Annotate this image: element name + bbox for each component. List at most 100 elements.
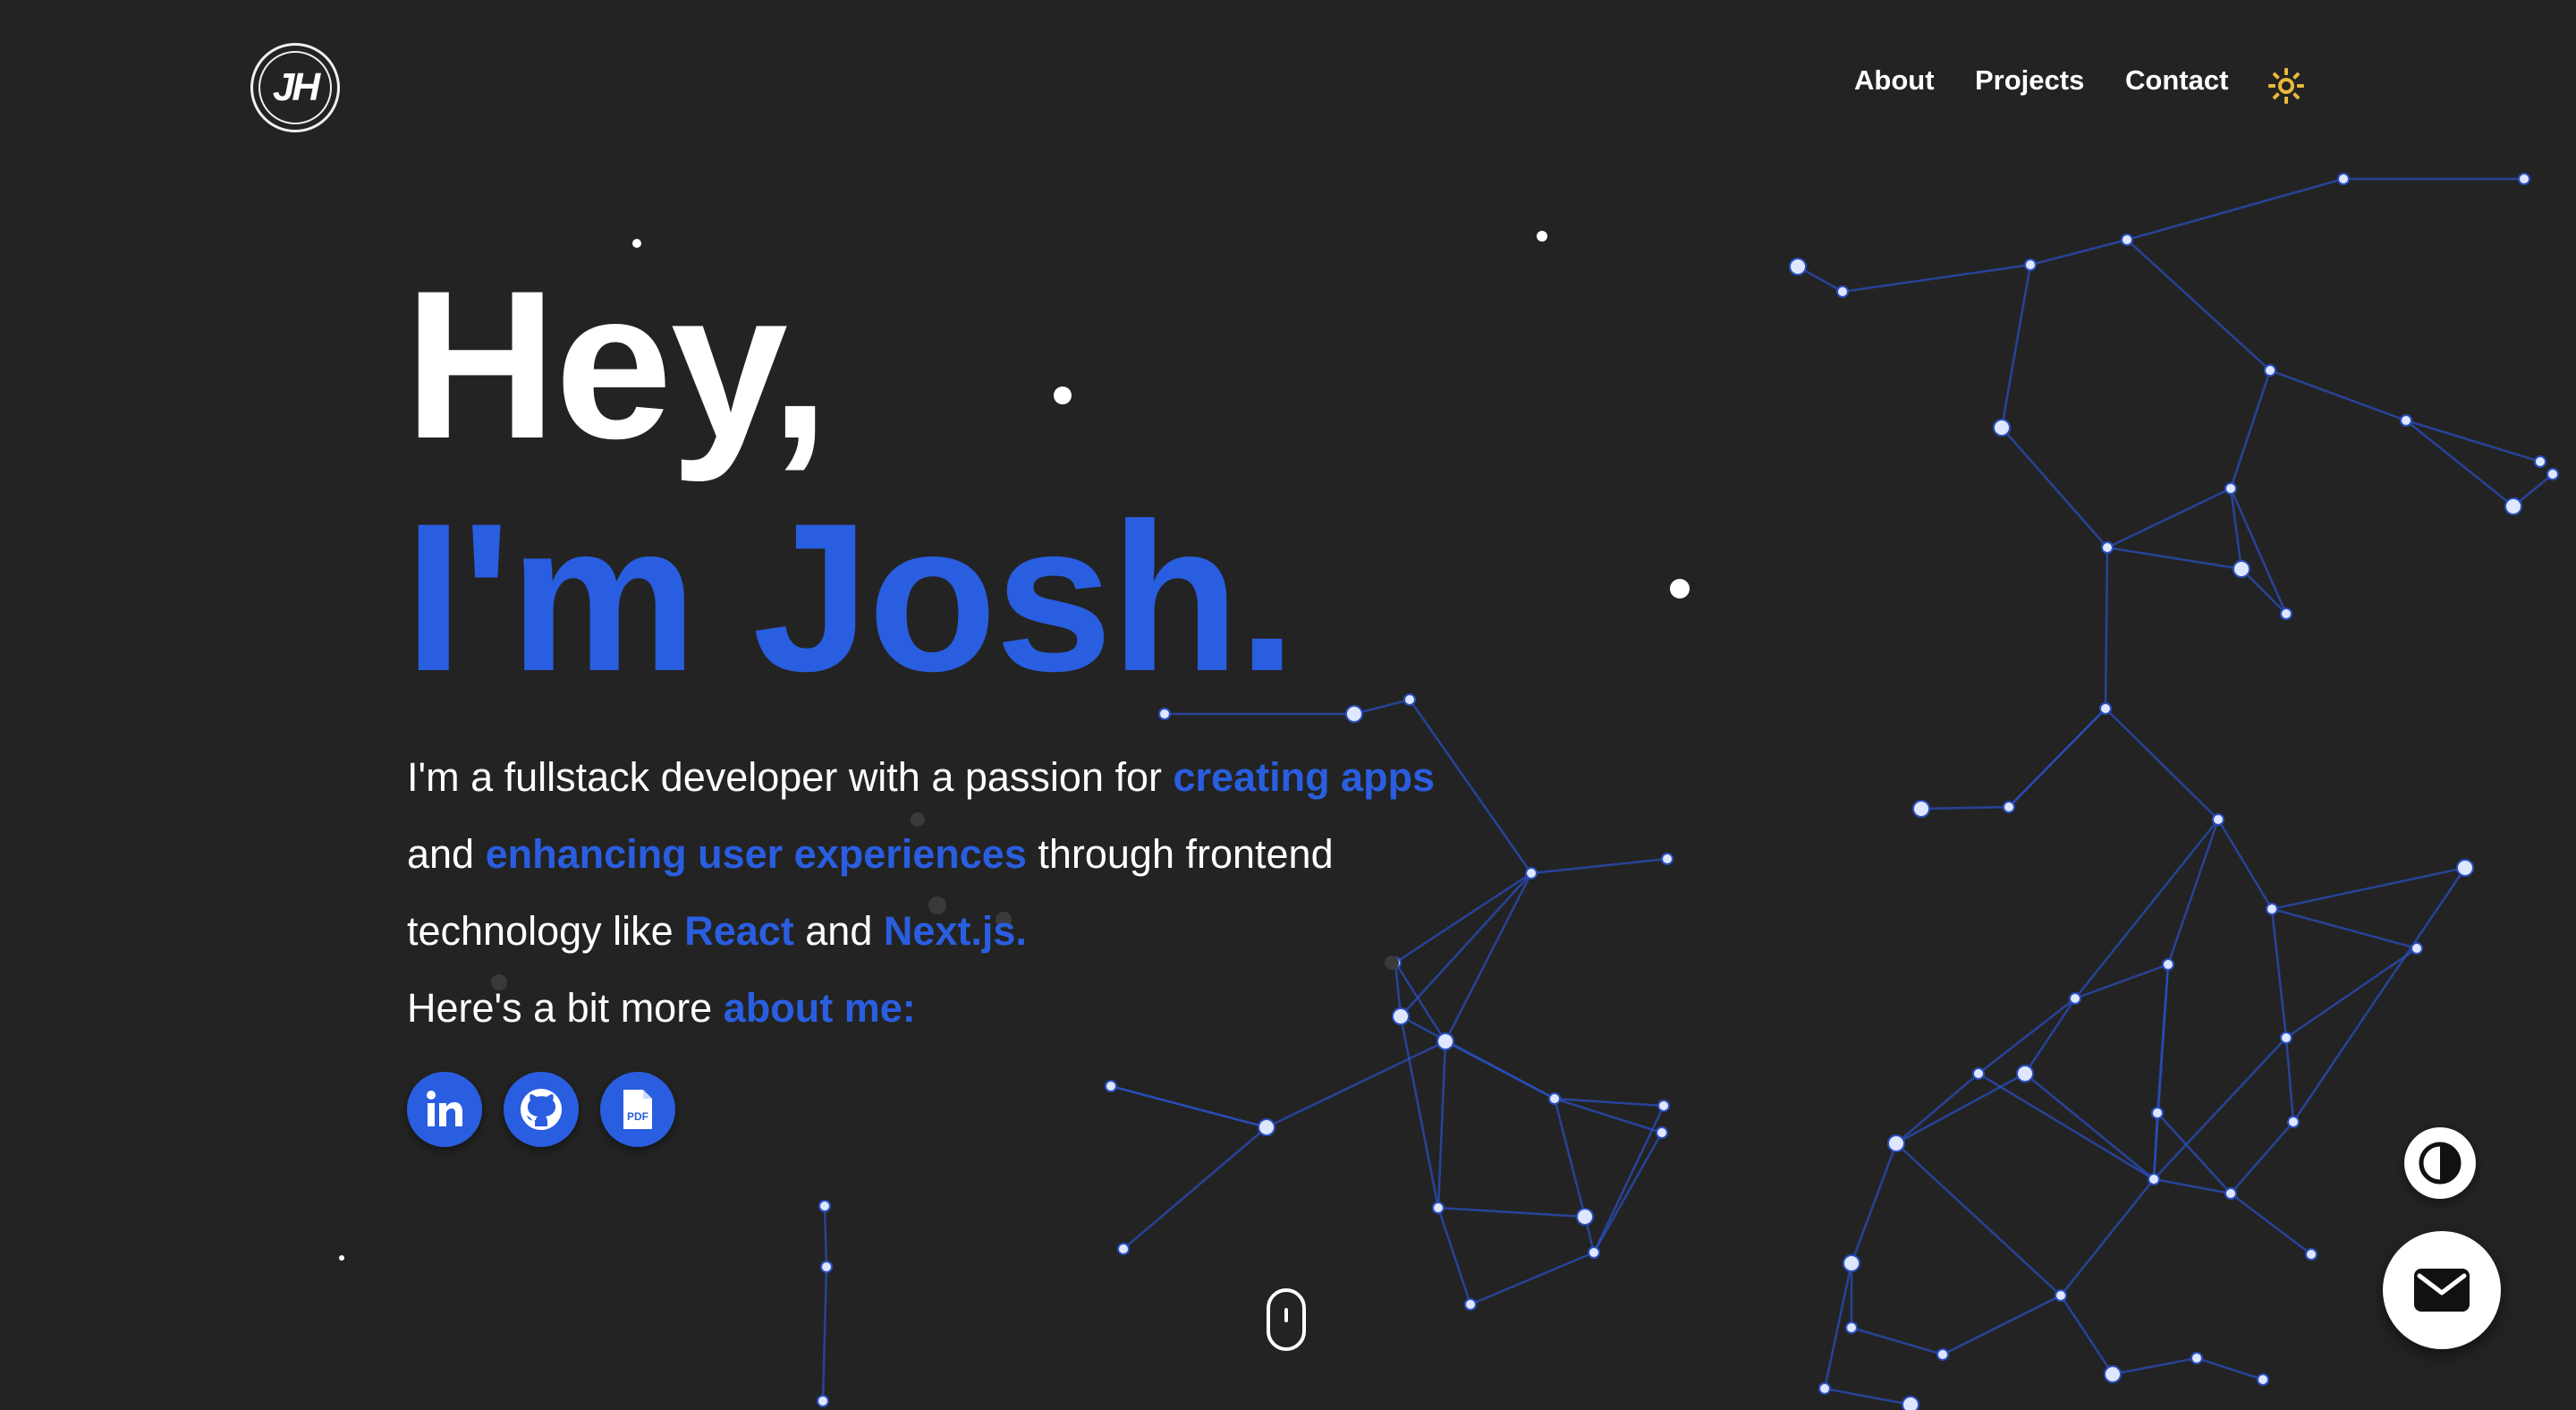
network-node (1656, 1126, 1668, 1139)
network-node (1117, 1243, 1130, 1255)
network-link (1266, 1040, 1446, 1129)
network-node (1818, 1382, 1831, 1395)
network-node (1836, 285, 1849, 298)
network-link (2060, 1178, 2155, 1296)
linkedin-button[interactable] (407, 1072, 482, 1147)
network-link (1470, 1251, 1595, 1306)
network-link (2152, 964, 2170, 1180)
network-link (1592, 1105, 1665, 1253)
network-link (2104, 547, 2109, 709)
floating-particle (339, 1255, 344, 1261)
floating-particle (1670, 579, 1690, 599)
network-link (2106, 546, 2242, 571)
network-node (1525, 867, 1538, 879)
mouse-scroll-icon[interactable] (1267, 1288, 1306, 1351)
github-button[interactable] (504, 1072, 579, 1147)
network-link (2196, 1356, 2264, 1381)
network-link (1851, 1326, 1944, 1356)
intro-paragraph: I'm a fullstack developer with a passion… (407, 739, 1462, 1047)
network-link (2023, 998, 2077, 1074)
network-link (1110, 1084, 1267, 1129)
network-node (1936, 1348, 1949, 1361)
about-me-link[interactable]: about me: (724, 985, 916, 1031)
network-node (1887, 1134, 1905, 1152)
network-link (1530, 857, 1668, 875)
intro-text: I'm a fullstack developer with a passion… (407, 754, 1174, 800)
network-link (1436, 1207, 1472, 1305)
contrast-toggle-button[interactable] (2404, 1127, 2476, 1199)
network-node (1548, 1092, 1561, 1105)
network-node (2190, 1352, 2203, 1364)
nav-link-about[interactable]: About (1854, 64, 1935, 97)
network-node (2104, 1365, 2122, 1383)
hero-section: JH About Projects Contact Hey, I'm Josh.… (0, 0, 2576, 1410)
network-link (2230, 1193, 2312, 1255)
sun-icon[interactable] (2267, 66, 2306, 106)
network-node (2121, 234, 2133, 246)
network-link (1123, 1126, 1267, 1250)
network-node (1464, 1298, 1477, 1311)
network-node (1258, 1118, 1275, 1136)
network-node (2546, 468, 2559, 480)
network-link (821, 1266, 828, 1402)
intro-highlight-ux: enhancing user experiences (485, 831, 1027, 877)
floating-particle (1054, 386, 1072, 404)
network-link (2271, 907, 2418, 950)
network-link (1436, 1041, 1447, 1209)
network-node (2016, 1065, 2034, 1083)
network-node (2224, 1187, 2237, 1200)
network-node (1789, 258, 1807, 276)
network-link (2001, 427, 2108, 548)
network-node (1845, 1321, 1858, 1334)
intro-text: and (793, 908, 884, 954)
network-node (817, 1395, 829, 1407)
contact-mail-button[interactable] (2383, 1231, 2501, 1349)
network-node (2337, 173, 2350, 185)
network-node (2148, 1173, 2160, 1185)
network-link (1978, 998, 2076, 1074)
network-link (2126, 239, 2271, 371)
network-node (2280, 1032, 2292, 1044)
network-link (2106, 487, 2232, 549)
network-node (2305, 1248, 2318, 1261)
network-node (2212, 813, 2224, 826)
mail-icon (2414, 1269, 2470, 1312)
network-node (1432, 1202, 1445, 1214)
network-link (1895, 1142, 2062, 1296)
network-node (2162, 958, 2174, 971)
network-node (2411, 942, 2423, 955)
network-node (2400, 414, 2412, 427)
network-link (2284, 1037, 2295, 1123)
network-link (2166, 819, 2220, 965)
network-link (2112, 1356, 2198, 1376)
network-link (2059, 1295, 2114, 1375)
network-node (2287, 1116, 2300, 1128)
intro-text: and (407, 831, 486, 877)
network-node (2280, 607, 2292, 620)
network-link (2285, 947, 2418, 1040)
network-link (1592, 1132, 1664, 1253)
pdf-icon: PDF (623, 1090, 652, 1129)
network-link (1437, 1206, 1586, 1219)
network-link (1895, 1072, 2026, 1145)
network-node (2534, 455, 2546, 468)
network-node (2101, 541, 2114, 554)
intro-text: Here's a bit more (407, 985, 724, 1031)
network-link (2105, 708, 2219, 820)
resume-pdf-button[interactable]: PDF (600, 1072, 675, 1147)
network-link (2270, 908, 2288, 1039)
network-node (2151, 1107, 2164, 1119)
network-link (2405, 420, 2514, 507)
network-node (1576, 1208, 1594, 1226)
network-link (2241, 568, 2287, 615)
network-node (2224, 482, 2237, 495)
network-node (1912, 800, 1930, 818)
nav-link-contact[interactable]: Contact (2125, 64, 2228, 97)
nav-link-projects[interactable]: Projects (1975, 64, 2084, 97)
network-node (2055, 1289, 2067, 1302)
network-node (818, 1200, 831, 1212)
network-node (2069, 992, 2081, 1005)
network-node (1993, 419, 2011, 437)
network-link (2405, 419, 2541, 463)
network-link (1850, 1142, 1898, 1264)
